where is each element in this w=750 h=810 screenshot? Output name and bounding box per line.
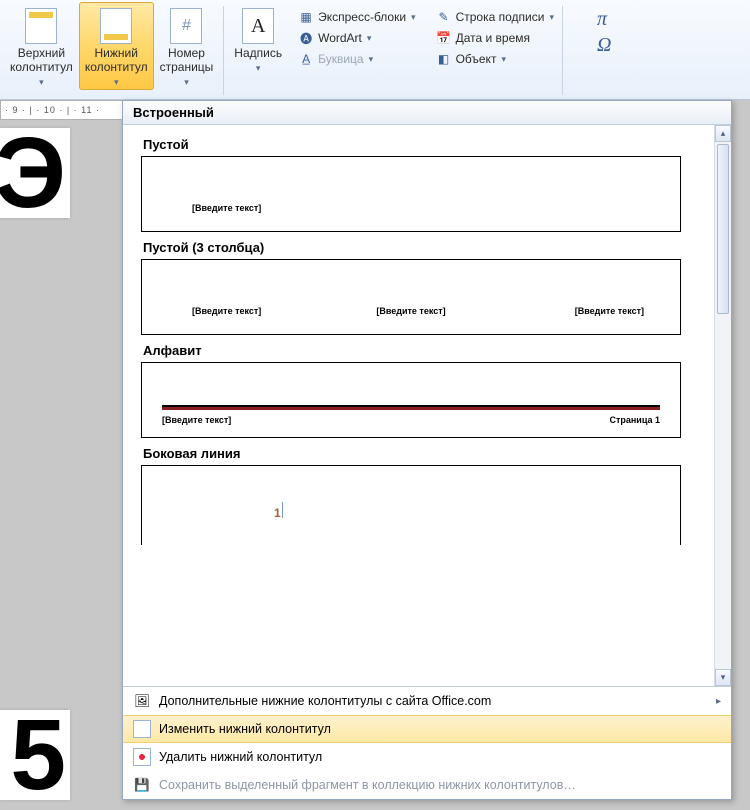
remove-footer-label: Удалить нижний колонтитул xyxy=(159,750,322,764)
ruler-numbers: · 9 · | · 10 · | · 11 · xyxy=(5,105,100,115)
drop-cap-button[interactable]: A̲ Буквица ▾ xyxy=(294,50,419,68)
dropdown-arrow-icon: ▾ xyxy=(39,75,44,89)
edit-footer[interactable]: Изменить нижний колонтитул xyxy=(123,715,731,743)
more-footers-label: Дополнительные нижние колонтитулы с сайт… xyxy=(159,694,491,708)
signature-line-label: Строка подписи xyxy=(456,10,545,24)
ribbon-separator xyxy=(223,6,224,95)
header-button[interactable]: Верхнийколонтитул ▾ xyxy=(4,2,79,89)
footer-button-label: Нижнийколонтитул xyxy=(85,46,148,74)
placeholder-text: [Введите текст] xyxy=(575,306,644,316)
gallery-scrollbar[interactable]: ▴ ▾ xyxy=(714,125,731,686)
object-icon: ◧ xyxy=(436,51,452,67)
text-small-buttons-2: ✎ Строка подписи ▾ 📅 Дата и время ◧ Объе… xyxy=(432,2,558,68)
symbols-group: π Ω xyxy=(597,2,611,99)
signature-line-icon: ✎ xyxy=(436,9,452,25)
text-group: A Надпись ▾ ▦ Экспресс-блоки ▾ 🅐 WordArt… xyxy=(228,2,558,99)
dropdown-arrow-icon: ▾ xyxy=(549,12,554,23)
office-online-icon: 🖼 xyxy=(133,692,151,710)
gallery-footer: 🖼 Дополнительные нижние колонтитулы с са… xyxy=(123,686,731,799)
textbox-button-label: Надпись xyxy=(234,46,282,60)
placeholder-text: [Введите текст] xyxy=(192,306,261,316)
gallery-item-alphabet[interactable]: [Введите текст] Страница 1 xyxy=(141,362,681,438)
dropdown-arrow-icon: ▾ xyxy=(369,54,374,65)
footer-icon xyxy=(100,8,132,44)
header-footer-group: Верхнийколонтитул ▾ Нижнийколонтитул ▾ #… xyxy=(4,2,219,99)
gallery-body: ▴ ▾ Пустой [Введите текст] Пустой (3 сто… xyxy=(123,125,731,686)
horizontal-ruler: · 9 · | · 10 · | · 11 · xyxy=(0,100,130,120)
page-number-button-label: Номерстраницы xyxy=(160,46,214,74)
gallery-item-blank[interactable]: [Введите текст] xyxy=(141,156,681,232)
scroll-up-button[interactable]: ▴ xyxy=(715,125,731,142)
edit-footer-icon xyxy=(133,720,151,738)
quick-parts-label: Экспресс-блоки xyxy=(318,10,406,24)
dropdown-arrow-icon: ▾ xyxy=(501,54,506,65)
dropdown-arrow-icon: ▾ xyxy=(256,61,261,75)
footer-gallery-dropdown: Встроенный ▴ ▾ Пустой [Введите текст] Пу… xyxy=(122,100,732,800)
page-fragment-text: 5 xyxy=(10,710,66,800)
alphabet-rule-icon xyxy=(162,405,660,410)
dropdown-arrow-icon: ▾ xyxy=(411,12,416,23)
page-fragment-bottom: 5 xyxy=(0,710,70,800)
gallery-item-sideline[interactable]: 1 xyxy=(141,465,681,545)
wordart-icon: 🅐 xyxy=(298,30,314,46)
gallery-item-title: Пустой (3 столбца) xyxy=(143,240,707,255)
placeholder-text: [Введите текст] xyxy=(376,306,445,316)
drop-cap-icon: A̲ xyxy=(298,51,314,67)
object-button[interactable]: ◧ Объект ▾ xyxy=(432,50,558,68)
ribbon-separator xyxy=(562,6,563,95)
footer-button[interactable]: Нижнийколонтитул ▾ xyxy=(79,2,154,90)
gallery-item-title: Алфавит xyxy=(143,343,707,358)
placeholder-text: [Введите текст] xyxy=(192,203,261,213)
text-caret-icon xyxy=(282,502,283,518)
header-icon xyxy=(25,8,57,44)
drop-cap-label: Буквица xyxy=(318,52,364,66)
quick-parts-button[interactable]: ▦ Экспресс-блоки ▾ xyxy=(294,8,419,26)
ribbon: Верхнийколонтитул ▾ Нижнийколонтитул ▾ #… xyxy=(0,0,750,100)
save-to-gallery-label: Сохранить выделенный фрагмент в коллекци… xyxy=(159,778,576,792)
scroll-thumb[interactable] xyxy=(717,144,729,314)
object-label: Объект xyxy=(456,52,497,66)
page-number-text: 1 xyxy=(274,506,281,520)
gallery-header: Встроенный xyxy=(123,101,731,125)
signature-line-button[interactable]: ✎ Строка подписи ▾ xyxy=(432,8,558,26)
gallery-item-blank-3col[interactable]: [Введите текст] [Введите текст] [Введите… xyxy=(141,259,681,335)
equation-icon[interactable]: π xyxy=(597,8,611,31)
text-small-buttons: ▦ Экспресс-блоки ▾ 🅐 WordArt ▾ A̲ Буквиц… xyxy=(294,2,419,68)
remove-footer[interactable]: Удалить нижний колонтитул xyxy=(123,743,731,771)
page-number-icon: # xyxy=(170,8,202,44)
wordart-button[interactable]: 🅐 WordArt ▾ xyxy=(294,29,419,47)
page-number-button[interactable]: # Номерстраницы ▾ xyxy=(154,2,220,89)
dropdown-arrow-icon: ▾ xyxy=(367,33,372,44)
page-fragment-top: Э xyxy=(0,128,70,218)
page-number-text: Страница 1 xyxy=(609,415,660,425)
page-fragment-text: Э xyxy=(0,128,66,218)
save-icon: 💾 xyxy=(133,776,151,794)
date-time-button[interactable]: 📅 Дата и время xyxy=(432,29,558,47)
placeholder-text: [Введите текст] xyxy=(162,415,231,425)
gallery-item-title: Пустой xyxy=(143,137,707,152)
edit-footer-label: Изменить нижний колонтитул xyxy=(159,722,331,736)
dropdown-arrow-icon: ▾ xyxy=(114,75,119,89)
gallery-item-title: Боковая линия xyxy=(143,446,707,461)
dropdown-arrow-icon: ▾ xyxy=(184,75,189,89)
scroll-down-button[interactable]: ▾ xyxy=(715,669,731,686)
header-button-label: Верхнийколонтитул xyxy=(10,46,73,74)
save-to-gallery: 💾 Сохранить выделенный фрагмент в коллек… xyxy=(123,771,731,799)
quick-parts-icon: ▦ xyxy=(298,9,314,25)
more-footers-online[interactable]: 🖼 Дополнительные нижние колонтитулы с са… xyxy=(123,687,731,715)
date-time-icon: 📅 xyxy=(436,30,452,46)
date-time-label: Дата и время xyxy=(456,31,530,45)
remove-footer-icon xyxy=(133,748,151,766)
chevron-right-icon: ▸ xyxy=(716,696,721,707)
symbol-icon[interactable]: Ω xyxy=(597,34,611,57)
textbox-button[interactable]: A Надпись ▾ xyxy=(228,2,288,75)
wordart-label: WordArt xyxy=(318,31,362,45)
textbox-icon: A xyxy=(242,8,274,44)
